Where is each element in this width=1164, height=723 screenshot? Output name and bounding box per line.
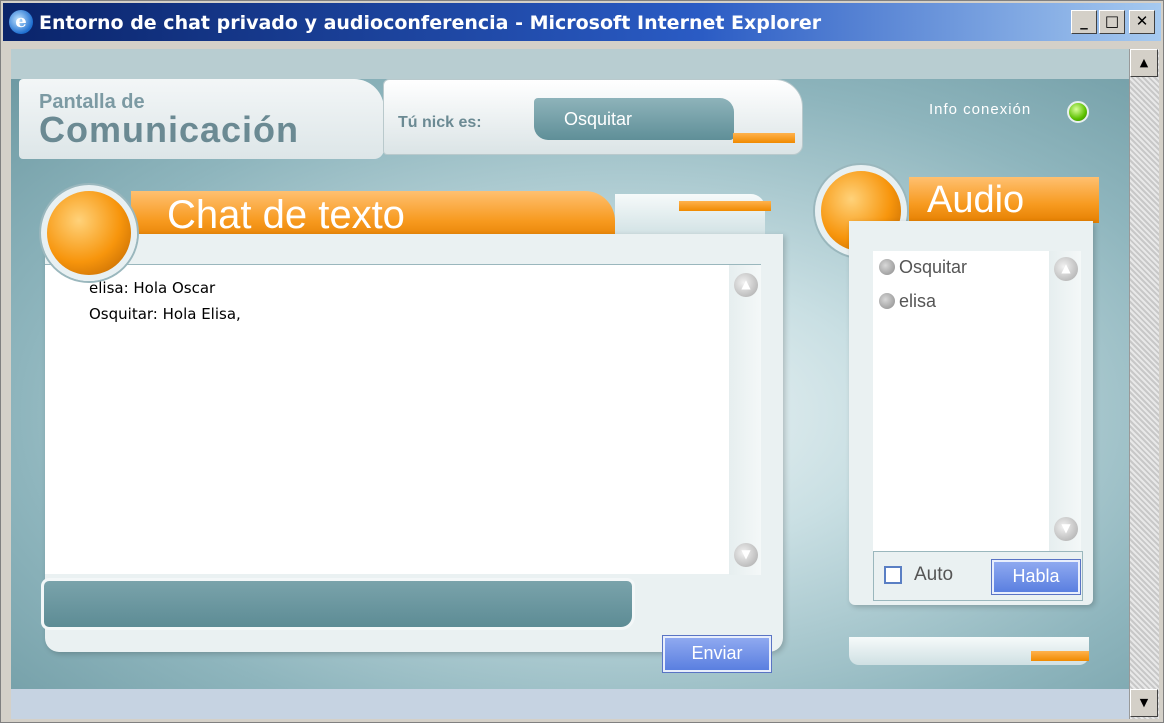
- audio-header: Audio: [909, 177, 1099, 223]
- user-row-osquitar[interactable]: Osquitar: [879, 257, 967, 278]
- browser-window: e Entorno de chat privado y audioconfere…: [0, 0, 1164, 723]
- nick-field[interactable]: Osquitar: [534, 98, 734, 140]
- user-status-icon: [879, 293, 895, 309]
- audio-user-list[interactable]: Osquitar elisa ▲ ▼: [873, 251, 1081, 551]
- scroll-down-icon[interactable]: ▼: [734, 543, 758, 567]
- chat-message: elisa: Hola Oscar: [89, 279, 216, 297]
- audio-controls: Auto Habla: [873, 551, 1083, 601]
- chat-header-accent: [679, 201, 771, 211]
- nick-value: Osquitar: [564, 109, 633, 129]
- talk-button[interactable]: Habla: [992, 560, 1080, 594]
- message-input[interactable]: [41, 578, 635, 630]
- logo-title: Comunicación: [39, 109, 300, 150]
- audio-footer-accent: [1031, 651, 1089, 661]
- user-name: Osquitar: [899, 257, 968, 277]
- nick-label: Tú nick es:: [398, 114, 482, 131]
- audio-scrollbar[interactable]: ▲ ▼: [1049, 251, 1081, 551]
- scroll-down-arrow-icon[interactable]: ▼: [1130, 689, 1158, 717]
- scroll-up-arrow-icon[interactable]: ▲: [1130, 49, 1158, 77]
- connection-status-icon[interactable]: [1067, 101, 1089, 123]
- user-status-icon: [879, 259, 895, 275]
- audio-panel: Osquitar elisa ▲ ▼ Auto Habla: [849, 221, 1093, 605]
- connection-info-label: Info conexión: [929, 101, 1032, 118]
- chat-message: Osquitar: Hola Elisa,: [89, 305, 241, 323]
- chat-scrollbar[interactable]: ▲ ▼: [729, 265, 761, 575]
- close-button[interactable]: ✕: [1129, 10, 1155, 34]
- user-name: elisa: [899, 291, 937, 311]
- maximize-button[interactable]: □: [1099, 10, 1125, 34]
- window-title: Entorno de chat privado y audioconferenc…: [39, 12, 822, 34]
- scroll-down-icon[interactable]: ▼: [1054, 517, 1078, 541]
- nick-accent-bar: [733, 133, 795, 143]
- auto-label: Auto: [914, 564, 954, 585]
- chat-orb-icon: [41, 185, 137, 281]
- flash-app-area: Pantalla de Comunicación Tú nick es: Osq…: [11, 49, 1129, 689]
- audio-title: Audio: [927, 179, 1025, 221]
- chat-message-area[interactable]: elisa: Hola Oscar Osquitar: Hola Elisa, …: [45, 264, 761, 575]
- top-strip: [11, 49, 1129, 79]
- auto-checkbox[interactable]: [884, 566, 902, 584]
- user-row-elisa[interactable]: elisa: [879, 291, 936, 312]
- chat-title: Chat de texto: [167, 193, 405, 237]
- browser-scrollbar[interactable]: ▲ ▼: [1129, 49, 1159, 719]
- minimize-button[interactable]: _: [1071, 10, 1097, 34]
- logo-panel: Pantalla de Comunicación: [19, 79, 384, 159]
- title-bar[interactable]: e Entorno de chat privado y audioconfere…: [3, 3, 1161, 41]
- send-button[interactable]: Enviar: [663, 636, 771, 672]
- scroll-up-icon[interactable]: ▲: [1054, 257, 1078, 281]
- app-stage: Pantalla de Comunicación Tú nick es: Osq…: [11, 79, 1129, 689]
- nick-panel: Tú nick es: Osquitar: [383, 79, 803, 155]
- scroll-up-icon[interactable]: ▲: [734, 273, 758, 297]
- ie-logo-icon: e: [9, 10, 33, 34]
- status-bar: [11, 689, 1129, 719]
